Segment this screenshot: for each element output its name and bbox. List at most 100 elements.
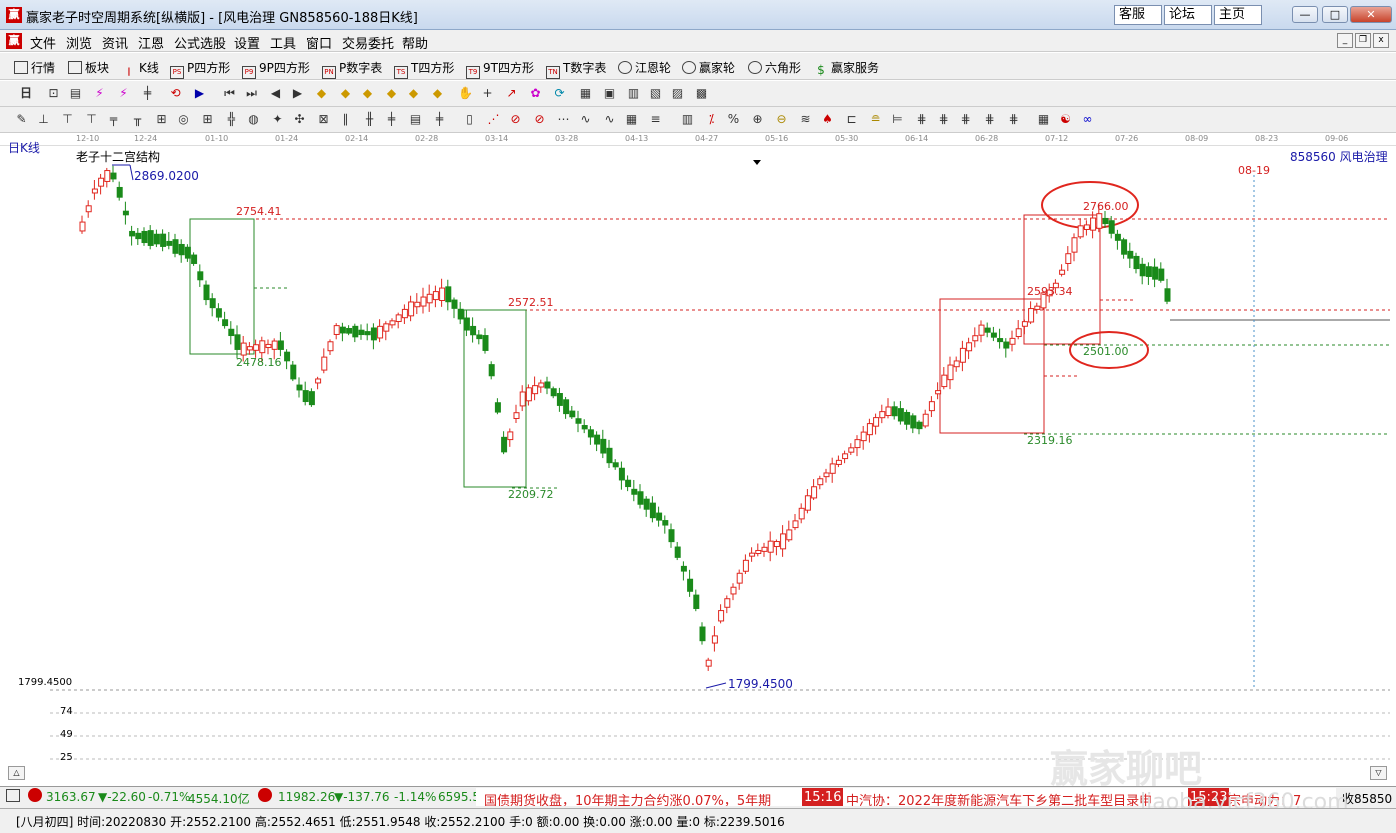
tool-icon[interactable]: ⊤ [60, 112, 75, 127]
chart-type-icon[interactable]: ⚡ [92, 86, 107, 101]
toolbar-9t-square[interactable]: T9 9T四方形 [466, 59, 534, 79]
tool-icon[interactable]: ⊞ [200, 112, 215, 127]
diamond-icon[interactable]: ◆ [430, 86, 445, 101]
tool-icon[interactable]: ⊏ [844, 112, 859, 127]
menu-trade[interactable]: 交易委托 [342, 33, 394, 52]
tool-icon[interactable]: ⊤ [84, 112, 99, 127]
fan-icon[interactable]: ⊘ [532, 112, 547, 127]
menu-formula[interactable]: 公式选股 [174, 33, 226, 52]
scroll-down-button[interactable]: ▽ [1370, 766, 1387, 780]
tool-icon[interactable]: ▤ [408, 112, 423, 127]
calendar-icon[interactable]: ▦ [578, 86, 593, 101]
menu-tools[interactable]: 工具 [270, 33, 296, 52]
minimize-button[interactable]: — [1292, 6, 1318, 23]
tool-icon[interactable]: ≋ [798, 112, 813, 127]
menu-file[interactable]: 文件 [30, 33, 56, 52]
tool-icon[interactable]: ∥ [338, 112, 353, 127]
menu-browse[interactable]: 浏览 [66, 33, 92, 52]
tool-icon[interactable]: ⊨ [890, 112, 905, 127]
tool-icon[interactable]: ♠ [820, 112, 835, 127]
tool-icon[interactable]: ⋕ [982, 112, 997, 127]
percent-icon[interactable]: % [726, 112, 741, 127]
mdi-restore-button[interactable]: ❐ [1355, 33, 1371, 48]
tool-icon[interactable]: ╪ [432, 112, 447, 127]
tool-icon[interactable]: ▥ [680, 112, 695, 127]
tool-icon[interactable]: ╫ [362, 112, 377, 127]
wave-icon[interactable]: ∿ [602, 112, 617, 127]
tool-icon[interactable]: ╬ [224, 112, 239, 127]
tool-icon[interactable]: ⊕ [750, 112, 765, 127]
toolbar-9p-square[interactable]: P9 9P四方形 [242, 59, 310, 79]
diamond-icon[interactable]: ◆ [384, 86, 399, 101]
hand-icon[interactable]: ✋ [458, 86, 473, 101]
crosshair-icon[interactable]: + [480, 86, 495, 101]
menu-window[interactable]: 窗口 [306, 33, 332, 52]
tool-icon[interactable]: ⋯ [556, 112, 571, 127]
customer-service-button[interactable]: 客服 [1114, 5, 1162, 25]
tool-icon[interactable]: ▯ [462, 112, 477, 127]
tool-icon[interactable]: ⊥ [36, 112, 51, 127]
tool-icon[interactable]: ⊖ [774, 112, 789, 127]
toolbar-t-table[interactable]: TN T数字表 [546, 59, 606, 79]
pen-icon[interactable]: ✎ [14, 112, 29, 127]
refresh-icon[interactable]: ⟳ [552, 86, 567, 101]
scroll-up-button[interactable]: △ [8, 766, 25, 780]
percent-icon[interactable]: ⁒ [704, 112, 719, 127]
fan-icon[interactable]: ⋰ [486, 112, 501, 127]
last-icon[interactable]: ⏭ [244, 86, 259, 101]
tool-icon[interactable]: ╪ [384, 112, 399, 127]
tool-icon[interactable]: ⋕ [1006, 112, 1021, 127]
grid-icon[interactable]: ▦ [624, 112, 639, 127]
tool-icon[interactable]: ⊞ [154, 112, 169, 127]
table-icon[interactable]: ▦ [1036, 112, 1051, 127]
next-icon[interactable]: ▶ [290, 86, 305, 101]
tool-icon[interactable]: ≘ [868, 112, 883, 127]
tool-icon[interactable]: ⊠ [316, 112, 331, 127]
tool-icon[interactable]: ✣ [292, 112, 307, 127]
toolbar-p-square[interactable]: PS P四方形 [170, 59, 230, 79]
toolbar-t-square[interactable]: TS T四方形 [394, 59, 454, 79]
homepage-button[interactable]: 主页 [1214, 5, 1262, 25]
diamond-icon[interactable]: ◆ [406, 86, 421, 101]
first-icon[interactable]: ⏮ [222, 86, 237, 101]
news-item[interactable]: 中汽协：2022年度新能源汽车下乡第二批车型目录申 [846, 790, 1152, 806]
toolbar-service[interactable]: $ 赢家服务 [814, 59, 879, 78]
toolbar-quotes[interactable]: 行情 [14, 59, 55, 76]
tool-icon[interactable]: ⋕ [936, 112, 951, 127]
prev-icon[interactable]: ◀ [268, 86, 283, 101]
indicator-icon[interactable]: ⚡ [116, 86, 131, 101]
tool-icon[interactable]: ╤ [106, 112, 121, 127]
doc-icon[interactable]: ▤ [68, 86, 83, 101]
book-icon[interactable]: ▥ [626, 86, 641, 101]
lines-icon[interactable]: ≡ [648, 112, 663, 127]
calculator-icon[interactable]: ▣ [602, 86, 617, 101]
tool-icon[interactable]: ⋕ [914, 112, 929, 127]
wave-icon[interactable]: ∿ [578, 112, 593, 127]
menu-gann[interactable]: 江恩 [138, 33, 164, 52]
yinyang-icon[interactable]: ☯ [1058, 112, 1073, 127]
toolbar-blocks[interactable]: 板块 [68, 59, 109, 76]
news-item[interactable]: 国债期货收盘，10年期主力合约涨0.07%，5年期 [484, 790, 771, 806]
toolbar-gann-wheel[interactable]: 江恩轮 [618, 59, 671, 76]
tool-icon[interactable]: ◍ [246, 112, 261, 127]
toolbar-kline[interactable]: ┃ K线 [122, 59, 159, 80]
infinity-icon[interactable]: ∞ [1080, 112, 1095, 127]
zoom-icon[interactable]: ⊡ [46, 86, 61, 101]
tool-icon[interactable]: ✦ [270, 112, 285, 127]
mdi-minimize-button[interactable]: _ [1337, 33, 1353, 48]
save-icon[interactable]: ▧ [648, 86, 663, 101]
line-icon[interactable]: ↗ [504, 86, 519, 101]
tool-icon[interactable]: ╥ [130, 112, 145, 127]
period-dropdown[interactable]: 日 [14, 86, 38, 101]
menu-settings[interactable]: 设置 [234, 33, 260, 52]
diamond-icon[interactable]: ◆ [338, 86, 353, 101]
maximize-button[interactable]: □ [1322, 6, 1348, 23]
toolbar-hexagon[interactable]: 六角形 [748, 59, 801, 76]
toolbar-p-table[interactable]: PN P数字表 [322, 59, 382, 79]
close-button[interactable]: ✕ [1350, 6, 1392, 23]
print-icon[interactable]: ▩ [694, 86, 709, 101]
tool-icon[interactable]: ⋕ [958, 112, 973, 127]
menu-help[interactable]: 帮助 [402, 33, 428, 52]
mdi-close-button[interactable]: x [1373, 33, 1389, 48]
fan-icon[interactable]: ⊘ [508, 112, 523, 127]
